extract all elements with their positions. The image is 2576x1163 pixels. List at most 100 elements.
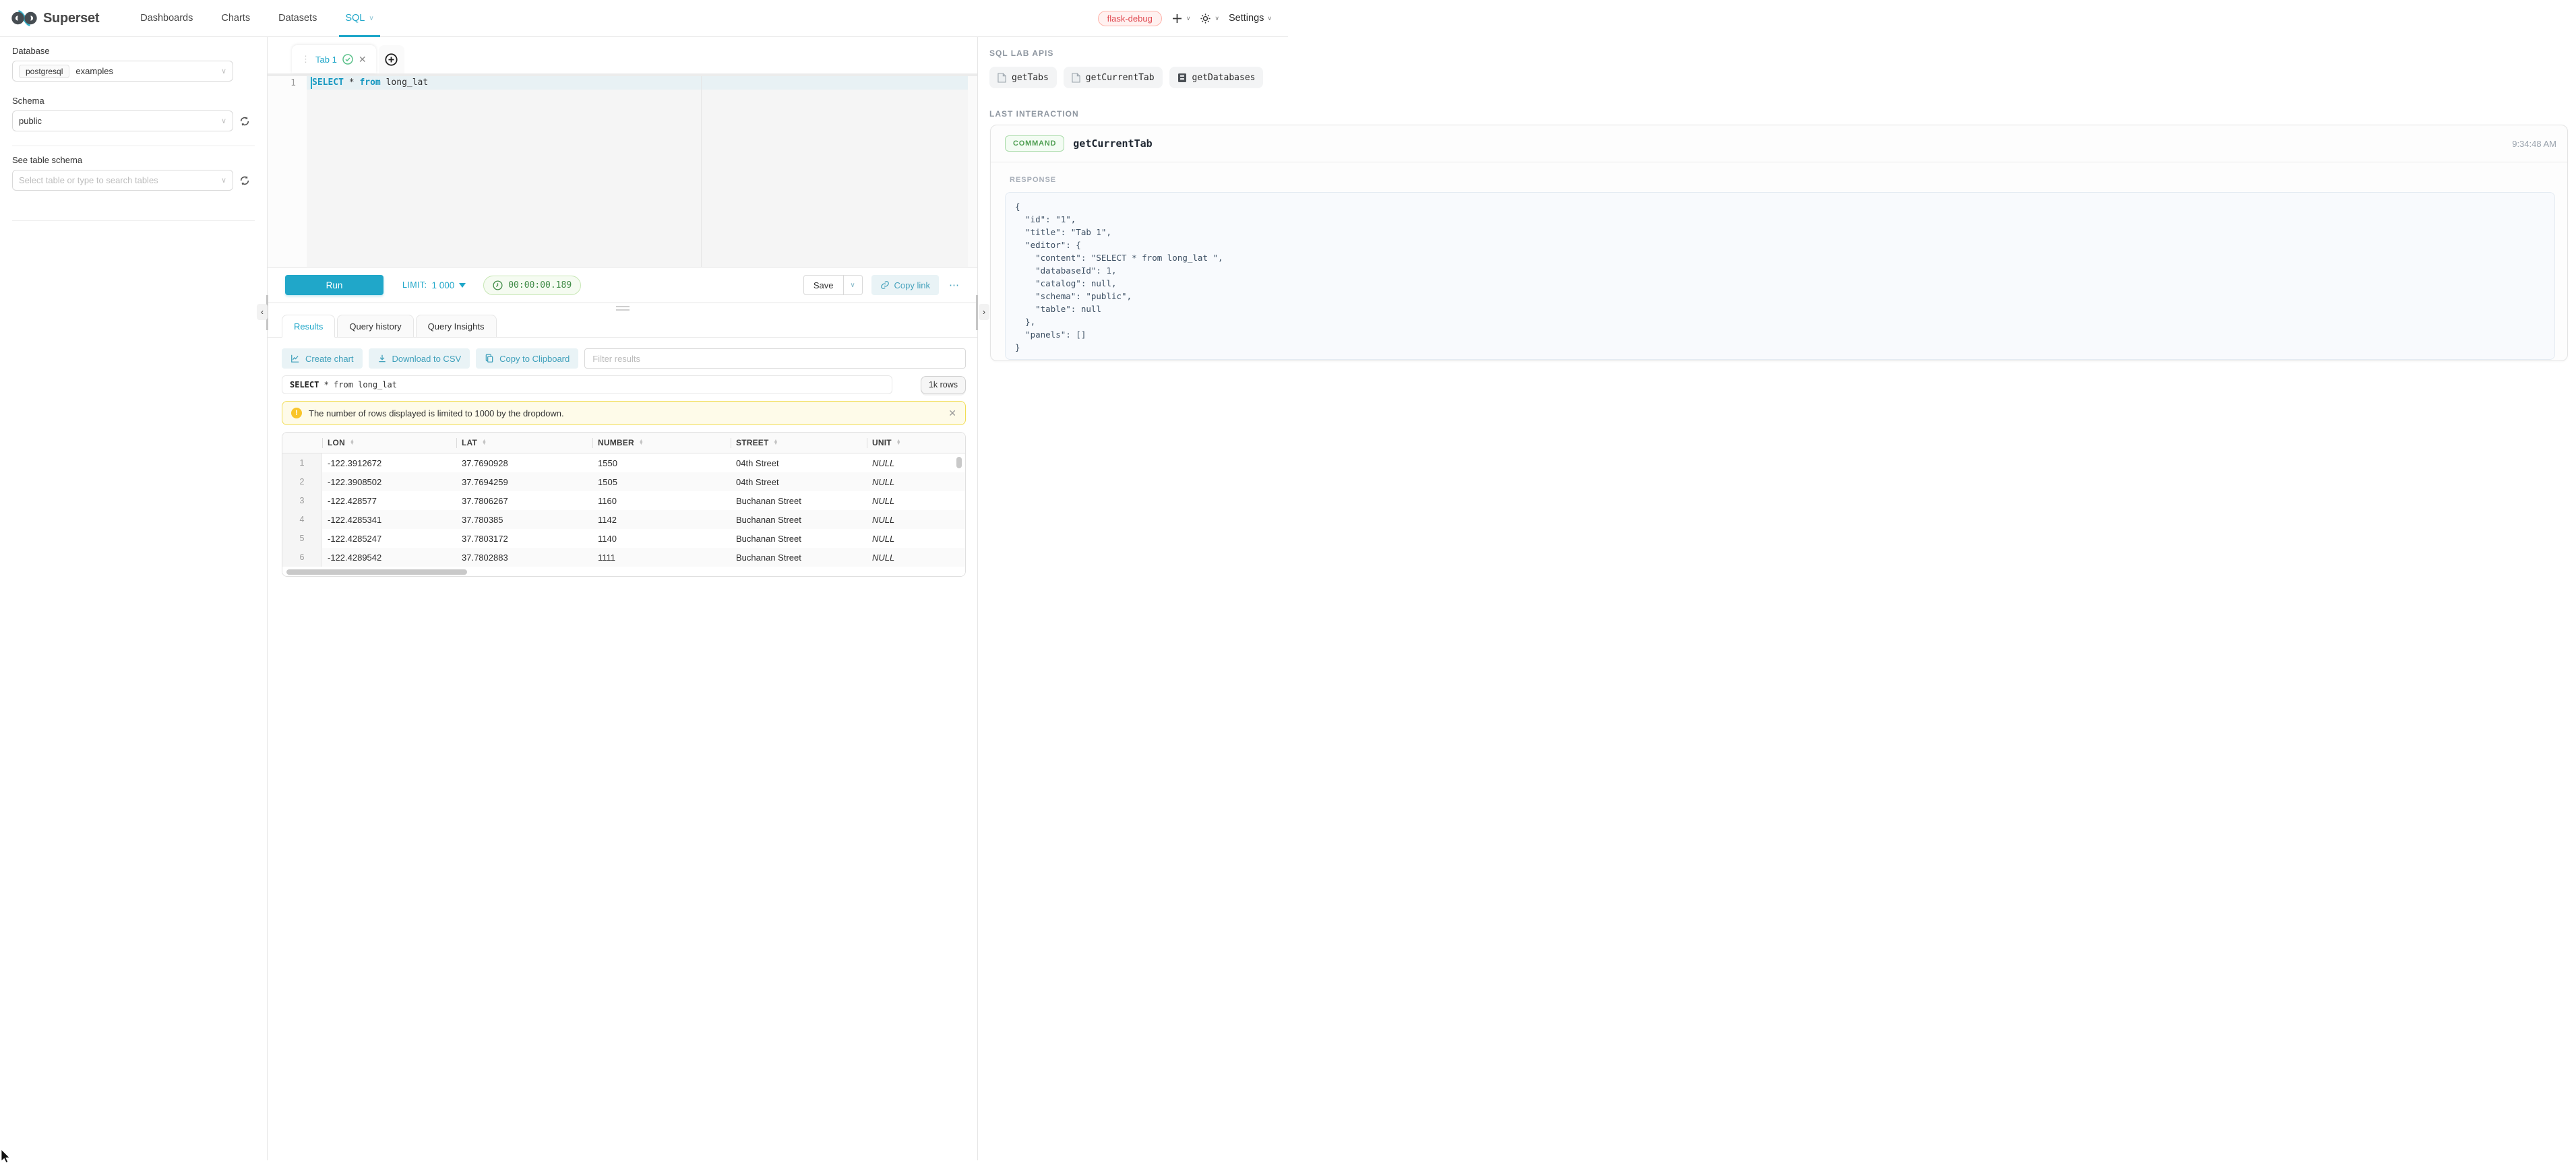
cell-lon: -122.428577 (322, 491, 456, 510)
table-row[interactable]: 3-122.42857737.78062671160Buchanan Stree… (282, 491, 965, 510)
cell-unit: NULL (867, 548, 965, 567)
nav-item-dashboards[interactable]: Dashboards (126, 0, 207, 36)
chart-icon (290, 354, 300, 363)
command-name: getCurrentTab (1073, 137, 1152, 150)
run-button[interactable]: Run (285, 275, 384, 295)
sort-icon[interactable]: ▲▼ (350, 440, 355, 446)
column-header-lat[interactable]: LAT▲▼ (456, 433, 592, 453)
cell-number: 1160 (592, 491, 731, 510)
pane-resize-handle[interactable] (616, 306, 630, 313)
get-databases-button[interactable]: getDatabases (1169, 67, 1264, 88)
cell-lon: -122.4285341 (322, 510, 456, 529)
warning-icon: ! (291, 408, 302, 418)
table-vertical-scrollbar[interactable] (956, 457, 962, 468)
table-row[interactable]: 6-122.428954237.78028831111Buchanan Stre… (282, 548, 965, 567)
schema-select[interactable]: public ∨ (12, 111, 233, 131)
database-select[interactable]: postgresql examples ∨ (12, 61, 233, 82)
nav-item-charts[interactable]: Charts (207, 0, 264, 36)
mouse-cursor (1, 1150, 10, 1163)
drag-handle-icon[interactable]: ⋮ (301, 54, 310, 65)
sort-icon[interactable]: ▲▼ (774, 440, 778, 446)
sort-icon[interactable]: ▲▼ (639, 440, 644, 446)
filter-results-input[interactable] (584, 348, 966, 369)
tab-results[interactable]: Results (282, 315, 335, 338)
new-item-menu[interactable]: ∨ (1171, 13, 1191, 24)
table-horizontal-scrollbar[interactable] (286, 569, 467, 575)
table-row[interactable]: 1-122.391267237.7690928155004th StreetNU… (282, 453, 965, 472)
right-scrollbar-thumb[interactable] (976, 295, 978, 330)
row-index: 2 (282, 472, 322, 491)
table-select[interactable]: Select table or type to search tables ∨ (12, 170, 233, 191)
cell-street: Buchanan Street (731, 548, 867, 567)
sort-icon[interactable]: ▲▼ (896, 440, 901, 446)
column-header-unit[interactable]: UNIT▲▼ (867, 433, 965, 453)
tab-query-history[interactable]: Query history (337, 315, 413, 338)
editor-tab-title[interactable]: Tab 1 (315, 55, 337, 65)
cell-number: 1111 (592, 548, 731, 567)
nav-item-sql[interactable]: SQL ∨ (331, 0, 388, 36)
results-table-body: 1-122.391267237.7690928155004th StreetNU… (282, 453, 965, 567)
interaction-timestamp: 9:34:48 AM (2512, 139, 2556, 149)
download-csv-button[interactable]: Download to CSV (369, 348, 470, 369)
query-preview[interactable]: SELECT * from long_lat (282, 375, 892, 394)
results-table-header: LON▲▼LAT▲▼NUMBER▲▼STREET▲▼UNIT▲▼ (282, 433, 965, 453)
refresh-tables-icon[interactable] (239, 175, 250, 186)
active-tab-underline (339, 35, 379, 37)
settings-label: Settings (1229, 13, 1264, 24)
settings-menu[interactable]: Settings ∨ (1229, 13, 1272, 24)
table-row[interactable]: 5-122.428524737.78031721140Buchanan Stre… (282, 529, 965, 548)
sql-lab-main-panel: ⋮ Tab 1 ✕ 1 SELECT * from long_lat Run (268, 37, 978, 1160)
close-tab-icon[interactable]: ✕ (359, 55, 367, 64)
download-icon (377, 354, 387, 363)
column-header-number[interactable]: NUMBER▲▼ (592, 433, 731, 453)
cell-lat: 37.7802883 (456, 548, 592, 567)
cell-lat: 37.780385 (456, 510, 592, 529)
tab-query-insights[interactable]: Query Insights (416, 315, 497, 338)
nav-item-datasets[interactable]: Datasets (264, 0, 331, 36)
superset-logo[interactable]: Superset (11, 10, 99, 26)
query-preview-row: SELECT * from long_lat 1k rows (282, 375, 966, 394)
add-tab-button[interactable] (379, 45, 404, 73)
close-warning-icon[interactable]: ✕ (948, 408, 956, 419)
create-chart-button[interactable]: Create chart (282, 348, 363, 369)
chevron-down-icon: ∨ (1267, 15, 1272, 22)
copy-to-clipboard-button[interactable]: Copy to Clipboard (476, 348, 578, 369)
get-tabs-button[interactable]: getTabs (989, 67, 1057, 88)
refresh-schemas-icon[interactable] (239, 116, 250, 127)
interaction-card-header: COMMAND getCurrentTab 9:34:48 AM (991, 125, 2567, 162)
collapse-left-panel-button[interactable]: ‹ (257, 304, 268, 320)
document-icon (1072, 73, 1080, 83)
editor-scrollbar-track[interactable] (968, 76, 977, 267)
save-button[interactable]: Save (803, 275, 844, 295)
cell-unit: NULL (867, 529, 965, 548)
response-code-block: { "id": "1", "title": "Tab 1", "editor":… (1005, 192, 2555, 360)
sql-statement: SELECT * from long_lat (312, 77, 428, 88)
cell-unit: NULL (867, 472, 965, 491)
table-row[interactable]: 2-122.390850237.7694259150504th StreetNU… (282, 472, 965, 491)
sql-code-editor[interactable]: 1 SELECT * from long_lat (268, 76, 977, 267)
theme-menu[interactable]: ∨ (1200, 13, 1219, 24)
cell-lon: -122.4289542 (322, 548, 456, 567)
chevron-down-icon: ∨ (221, 176, 226, 185)
save-options-button[interactable]: ∨ (844, 275, 863, 295)
line-number: 1 (290, 78, 296, 88)
database-sidebar: Database postgresql examples ∨ Schema pu… (0, 37, 268, 1160)
column-header-lon[interactable]: LON▲▼ (322, 433, 456, 453)
table-row[interactable]: 4-122.428534137.7803851142Buchanan Stree… (282, 510, 965, 529)
sort-icon[interactable]: ▲▼ (482, 440, 487, 446)
column-header-street[interactable]: STREET▲▼ (731, 433, 867, 453)
collapse-right-panel-button[interactable]: › (979, 304, 989, 320)
cell-street: Buchanan Street (731, 510, 867, 529)
copy-link-button[interactable]: Copy link (871, 275, 939, 295)
limit-dropdown[interactable]: LIMIT: 1 000 (402, 280, 466, 290)
environment-badge: flask-debug (1098, 11, 1162, 26)
editor-tab[interactable]: ⋮ Tab 1 ✕ (292, 45, 376, 73)
cell-unit: NULL (867, 510, 965, 529)
row-count-badge[interactable]: 1k rows (921, 376, 966, 394)
get-current-tab-button[interactable]: getCurrentTab (1064, 67, 1163, 88)
schema-label: Schema (12, 96, 267, 106)
cell-lat: 37.7694259 (456, 472, 592, 491)
api-panel-title: SQL LAB APIS (989, 49, 2576, 58)
navbar-right: flask-debug ∨ ∨ Settings ∨ (1098, 11, 1272, 26)
more-actions-button[interactable]: ⋯ (949, 279, 960, 291)
